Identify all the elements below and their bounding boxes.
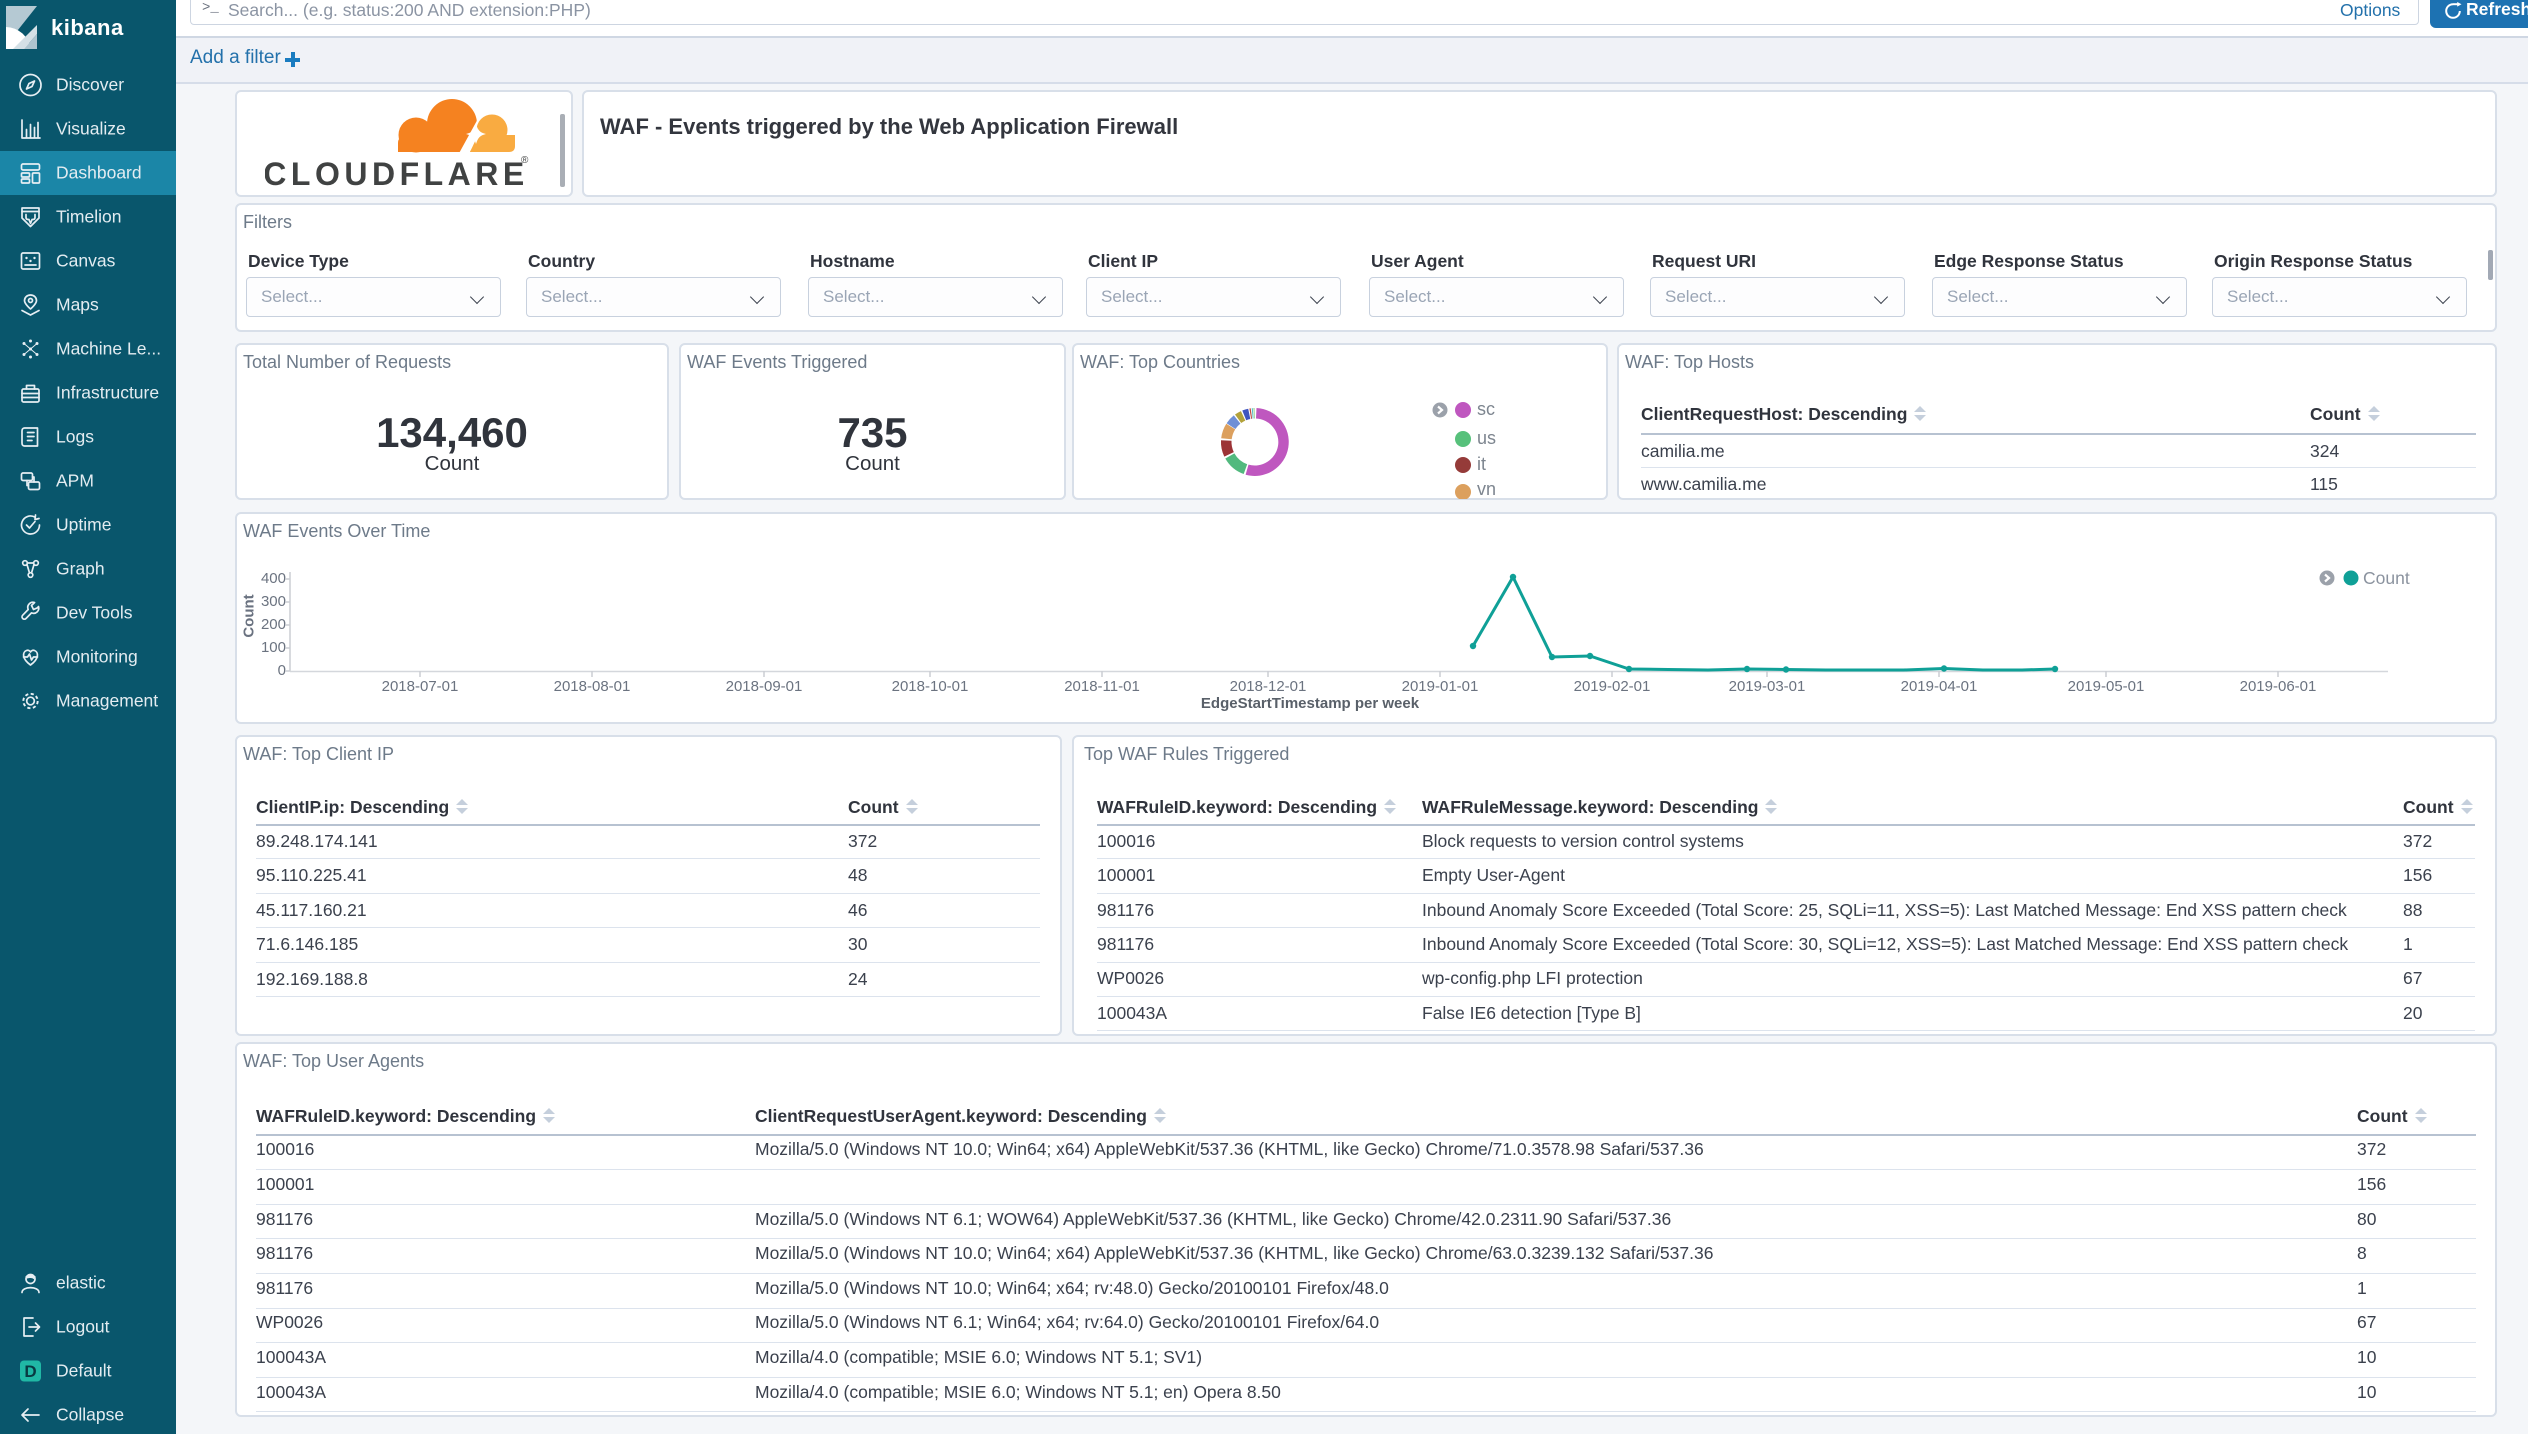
svg-text:CLOUDFLARE: CLOUDFLARE: [265, 156, 529, 192]
svg-text:®: ®: [521, 155, 529, 166]
svg-text:D: D: [24, 1362, 36, 1381]
